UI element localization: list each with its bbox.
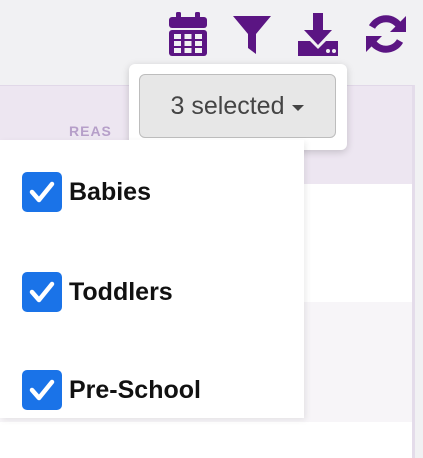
calendar-button[interactable] (164, 8, 212, 60)
filter-icon (233, 16, 271, 54)
calendar-icon (169, 12, 207, 56)
checkbox-checked[interactable] (22, 370, 62, 410)
option-pre-school[interactable]: Pre-School (22, 370, 201, 410)
checkmark-icon (29, 281, 55, 303)
options-dropdown: Babies Toddlers Pre-School (0, 140, 304, 418)
multi-select-button[interactable]: 3 selected (139, 74, 336, 138)
download-button[interactable] (294, 8, 342, 60)
toolbar (0, 0, 423, 70)
option-label: Pre-School (69, 375, 201, 404)
refresh-icon (366, 15, 406, 53)
filter-button[interactable] (228, 8, 276, 60)
download-icon (298, 13, 338, 56)
caret-down-icon (292, 104, 305, 111)
option-label: Toddlers (69, 277, 173, 306)
refresh-button[interactable] (362, 8, 410, 60)
checkmark-icon (29, 181, 55, 203)
option-babies[interactable]: Babies (22, 172, 151, 212)
option-label: Babies (69, 177, 151, 206)
checkbox-checked[interactable] (22, 172, 62, 212)
column-header-reason[interactable]: REAS (69, 123, 112, 139)
selection-summary: 3 selected (170, 91, 285, 120)
checkbox-checked[interactable] (22, 272, 62, 312)
checkmark-icon (29, 379, 55, 401)
option-toddlers[interactable]: Toddlers (22, 272, 173, 312)
filter-popover: 3 selected (129, 64, 347, 150)
